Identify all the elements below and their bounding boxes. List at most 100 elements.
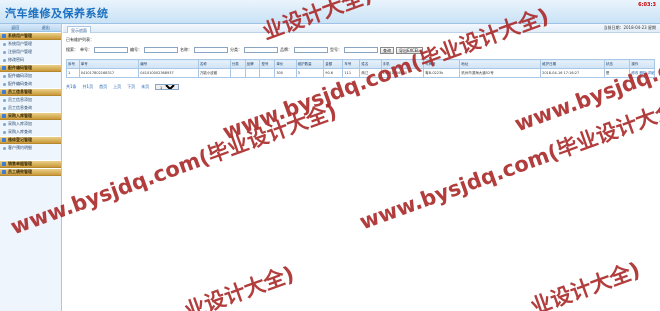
sidebar-item-parts-add[interactable]: 配件编码添加 (0, 72, 61, 80)
main-topbar: 显示追面 当前日期：2018-04-23 星期 (63, 24, 660, 33)
sidebar-item-registered-users[interactable]: 注册用户管理 (0, 48, 61, 56)
table-cell: 3 (295, 68, 325, 78)
page-select[interactable]: 1 (155, 84, 180, 90)
col-header: 编号 (138, 59, 199, 69)
col-header: 地址 (459, 59, 542, 69)
sidebar-group-system-users[interactable]: 系统用户管理 (0, 32, 61, 40)
back-link[interactable]: 返回 (11, 25, 19, 31)
bullet-icon (3, 42, 6, 46)
brand-input[interactable] (294, 47, 328, 53)
bullet-icon (3, 74, 6, 78)
logout-link[interactable]: 退出 (42, 25, 50, 31)
table-cell: 杭州市滨海大道52号 (459, 68, 542, 78)
col-header: 状态 (603, 59, 631, 69)
col-header: 手机 (380, 59, 425, 69)
pager-next-link[interactable]: 下页 (127, 84, 135, 90)
sidebar-item-staff-query[interactable]: 员工信息查询 (0, 104, 61, 112)
row-actions[interactable]: 修改 删除 详细 (629, 68, 655, 78)
section-title: 已有维护列表： (66, 37, 94, 42)
sidebar-item-staff-add[interactable]: 员工信息添加 (0, 96, 61, 104)
folder-icon (2, 34, 6, 38)
clock-text: 6:03:3 (638, 2, 656, 8)
sidebar-group-sales[interactable]: 销售单据管理 (0, 160, 61, 168)
sidebar-group-staff[interactable]: 员工信息管理 (0, 88, 61, 96)
bullet-icon (3, 130, 6, 134)
col-header: 型号 (259, 59, 276, 69)
table-header-row: 序号 单号 编号 名称 分类 品牌 型号 单价 维护数量 金额 车号 姓名 手机… (66, 59, 655, 69)
pager-total-records: 共1条 (66, 84, 77, 89)
order-no-label: 单号： (80, 47, 92, 52)
pager-prev-link[interactable]: 上页 (113, 84, 121, 90)
bullet-icon (3, 58, 6, 62)
code-input[interactable] (144, 47, 178, 53)
folder-icon (2, 138, 6, 142)
table-cell: 万能小皮套 (197, 68, 231, 78)
sidebar-item-appointments[interactable]: 客户预约明细 (0, 144, 61, 152)
table-cell (229, 68, 246, 78)
current-date: 当前日期：2018-04-23 星期 (603, 25, 656, 30)
table-cell: 300 (274, 68, 297, 78)
table-cell: 2018-04-16 17:16:27 (540, 68, 605, 78)
bullet-icon (3, 146, 6, 150)
name-label: 名称： (180, 47, 192, 52)
folder-icon (2, 114, 6, 118)
col-header: 名称 (197, 59, 231, 69)
bullet-icon (3, 122, 6, 126)
sidebar-item-parts-query[interactable]: 配件编码查询 (0, 80, 61, 88)
pager-total-pages: 共1页 (82, 84, 94, 89)
folder-icon (2, 170, 6, 174)
col-header: 维护数量 (295, 59, 325, 69)
col-header: 单号 (78, 59, 140, 69)
pager-first-link[interactable]: 首页 (99, 84, 107, 90)
brand-label: 品牌： (280, 47, 292, 52)
query-button[interactable]: 查询 (380, 46, 394, 54)
col-header: 品牌 (244, 59, 261, 69)
sidebar-group-performance[interactable]: 员工绩效管理 (0, 168, 61, 176)
table-cell (244, 68, 261, 78)
code-label: 编号： (130, 47, 142, 52)
sidebar-item-change-password[interactable]: 修改密码 (0, 56, 61, 64)
bullet-icon (3, 50, 6, 54)
folder-icon (2, 162, 6, 166)
folder-icon (2, 66, 6, 70)
table-row[interactable]: 1 041017802168317 041010002368937 万能小皮套 … (66, 68, 655, 78)
bullet-icon (3, 98, 6, 102)
table-cell: 是 (603, 68, 631, 78)
app-header: 汽车维修及保养系统 6:03:3 (0, 0, 660, 24)
sidebar: 返回 退出 系统用户管理 系统用户管理 注册用户管理 修改密码 配件编码管理 配… (0, 24, 62, 311)
export-excel-button[interactable]: 导出EXCEL (396, 46, 423, 54)
col-header: 维护日期 (540, 59, 605, 69)
records-table: 序号 单号 编号 名称 分类 品牌 型号 单价 维护数量 金额 车号 姓名 手机… (66, 59, 655, 78)
col-header: 分类 (229, 59, 246, 69)
tab-current[interactable]: 显示追面 (67, 25, 91, 33)
sidebar-item-purchase-query[interactable]: 采购入库查询 (0, 128, 61, 136)
main-panel: 显示追面 当前日期：2018-04-23 星期 已有维护列表： 搜索： 单号： … (63, 24, 660, 311)
table-cell: 15831356680 (380, 68, 425, 78)
bullet-icon (3, 106, 6, 110)
sidebar-item-purchase-add[interactable]: 采购入库添加 (0, 120, 61, 128)
category-input[interactable] (244, 47, 278, 53)
order-no-input[interactable] (94, 47, 128, 53)
col-header: 车牌号 (423, 59, 461, 69)
pager: 共1条 共1页 首页 上页 下页 末页 1 (63, 78, 660, 96)
pager-last-link[interactable]: 末页 (141, 84, 149, 90)
table-cell: 粤B-0223k (423, 68, 461, 78)
category-label: 分类： (230, 47, 242, 52)
sidebar-group-parts-codes[interactable]: 配件编码管理 (0, 64, 61, 72)
folder-icon (2, 90, 6, 94)
sidebar-item-system-users[interactable]: 系统用户管理 (0, 40, 61, 48)
col-header: 姓名 (359, 59, 382, 69)
app-title: 汽车维修及保养系统 (5, 7, 109, 20)
col-header: 单价 (274, 59, 297, 69)
sidebar-group-purchase[interactable]: 采购入库管理 (0, 112, 61, 120)
name-input[interactable] (194, 47, 228, 53)
sidebar-group-repair[interactable]: 维修登记管理 (0, 136, 61, 144)
table-cell: 111 (342, 68, 361, 78)
table-cell (259, 68, 276, 78)
search-bar: 搜索： 单号： 编号： 名称： 分类： 品牌： 型号： 查询 导出EXCEL (63, 45, 660, 55)
model-input[interactable] (344, 47, 378, 53)
table-cell: 商江 (359, 68, 382, 78)
table-cell: 1 (66, 68, 80, 78)
col-header: 序号 (66, 59, 80, 69)
